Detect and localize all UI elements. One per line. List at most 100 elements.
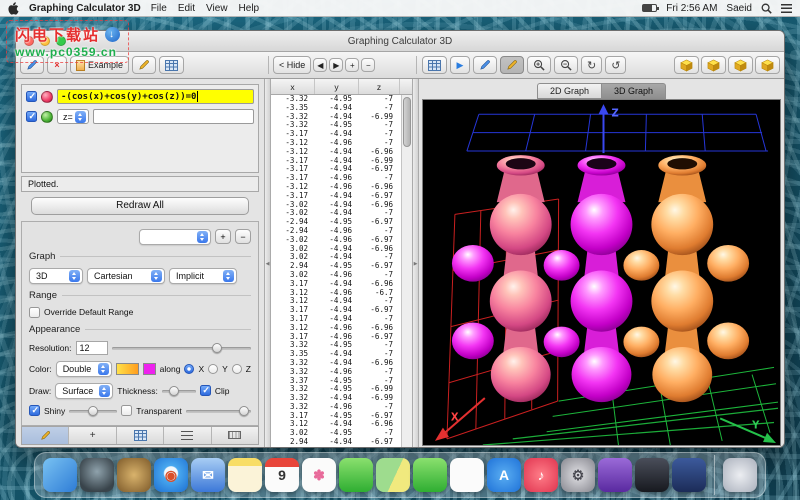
dock-icon[interactable] xyxy=(43,458,77,492)
battery-icon[interactable] xyxy=(642,4,660,12)
slider-thumb[interactable] xyxy=(169,385,180,396)
tab-add[interactable]: + xyxy=(69,426,117,445)
column-left-button[interactable]: ◀ xyxy=(313,58,328,72)
equation2-visible-checkbox[interactable] xyxy=(26,111,37,122)
draw-tool-button[interactable] xyxy=(473,56,497,74)
remove-preset-button[interactable]: − xyxy=(235,229,251,245)
equation-color-swatch[interactable] xyxy=(41,90,53,103)
dock-icon[interactable]: A xyxy=(487,458,521,492)
dock-icon[interactable] xyxy=(80,458,114,492)
equation2-type-select[interactable]: z= xyxy=(57,109,89,124)
dock-icon[interactable] xyxy=(635,458,669,492)
gradient-swatch[interactable] xyxy=(115,362,140,375)
equation2-color-swatch[interactable] xyxy=(41,110,53,123)
grid-view-button[interactable] xyxy=(422,56,447,74)
zoom-in-button[interactable] xyxy=(527,56,551,74)
preset-select[interactable] xyxy=(139,228,211,245)
tab-draw[interactable] xyxy=(22,426,70,445)
tab-sliders[interactable] xyxy=(164,426,212,445)
animate-play-button[interactable]: ▶ xyxy=(450,56,470,74)
coordinates-select[interactable]: Cartesian xyxy=(87,267,165,284)
panel-splitter-left[interactable]: ◀ xyxy=(264,79,271,447)
dock-icon[interactable]: ⚙ xyxy=(561,458,595,492)
override-range-checkbox[interactable] xyxy=(29,306,40,318)
panel-splitter-right[interactable]: ▶ xyxy=(412,79,419,447)
dock-icon[interactable] xyxy=(672,458,706,492)
spotlight-search-icon[interactable] xyxy=(761,3,772,14)
menubar-user[interactable]: Saeid xyxy=(726,3,752,14)
equation-visible-checkbox[interactable] xyxy=(26,91,37,102)
menu-item[interactable]: Help xyxy=(239,3,260,14)
graph-section-header: Graph xyxy=(29,251,251,262)
view-cube-button[interactable] xyxy=(728,56,753,74)
clip-checkbox[interactable] xyxy=(199,385,211,397)
color-mode-select[interactable]: Double xyxy=(55,360,112,377)
add-column-button[interactable]: + xyxy=(345,58,360,72)
menu-item[interactable]: View xyxy=(206,3,228,14)
resolution-slider[interactable] xyxy=(111,342,252,354)
slider-thumb[interactable] xyxy=(211,342,222,353)
plot-canvas[interactable]: X Y Z xyxy=(422,99,781,446)
add-preset-button[interactable]: + xyxy=(215,229,231,245)
column-right-button[interactable]: ▶ xyxy=(329,58,344,72)
tab-2d-graph[interactable]: 2D Graph xyxy=(536,83,601,99)
table-scrollbar[interactable] xyxy=(401,95,412,447)
dock-icon[interactable] xyxy=(117,458,151,492)
dock-icon[interactable] xyxy=(376,458,410,492)
axis-x-radio[interactable] xyxy=(184,363,195,374)
dock-icon[interactable]: ✽ xyxy=(302,458,336,492)
table-row[interactable]: 3.02-4.96-6.96 xyxy=(271,446,401,447)
dock-icon[interactable] xyxy=(228,458,262,492)
equation-input[interactable]: -(cos(x)+cos(y)+cos(z))=0 xyxy=(57,89,254,104)
slider-thumb[interactable] xyxy=(239,405,250,416)
menubar-clock[interactable]: Fri 2:56 AM xyxy=(666,3,717,14)
thickness-slider[interactable] xyxy=(161,385,196,397)
dock-icon[interactable]: ✉ xyxy=(191,458,225,492)
draw-tool-active-button[interactable] xyxy=(500,56,524,74)
remove-column-button[interactable]: − xyxy=(361,58,376,72)
menu-item[interactable]: File xyxy=(151,3,167,14)
axis-y-radio[interactable] xyxy=(208,363,219,374)
dock-icon[interactable] xyxy=(339,458,373,492)
draw-mode-select[interactable]: Surface xyxy=(55,382,114,399)
notification-center-icon[interactable] xyxy=(781,3,792,13)
title-bar[interactable]: Graphing Calculator 3D xyxy=(16,31,784,52)
dock-icon[interactable] xyxy=(413,458,447,492)
axis-z-radio[interactable] xyxy=(231,363,242,374)
equation-panel: -(cos(x)+cos(y)+cos(z))=0 z= Plotted. Re… xyxy=(16,79,264,447)
rotate-ccw-button[interactable]: ↺ xyxy=(605,56,627,74)
magenta-swatch[interactable] xyxy=(143,362,156,375)
zoom-out-button[interactable] xyxy=(554,56,578,74)
equation2-input[interactable] xyxy=(92,109,254,124)
menubar-app-name[interactable]: Graphing Calculator 3D xyxy=(29,3,141,14)
shiny-slider[interactable] xyxy=(69,405,118,417)
redraw-all-button[interactable]: Redraw All xyxy=(31,196,249,215)
shiny-checkbox[interactable] xyxy=(29,405,40,417)
rotate-cw-button[interactable]: ↻ xyxy=(581,56,603,74)
transparent-slider[interactable] xyxy=(185,405,252,417)
tab-keyboard[interactable] xyxy=(212,427,258,444)
tab-3d-graph[interactable]: 3D Graph xyxy=(601,83,667,99)
hide-table-button[interactable]: < Hide xyxy=(273,56,312,74)
dimension-select[interactable]: 3D xyxy=(29,267,83,284)
dock-icon[interactable] xyxy=(450,458,484,492)
transparent-checkbox[interactable] xyxy=(121,405,133,417)
view-cube-button[interactable] xyxy=(755,56,780,74)
resolution-field[interactable]: 12 xyxy=(75,340,108,355)
edit-equation-button[interactable] xyxy=(132,56,157,74)
view-cube-button[interactable] xyxy=(701,56,726,74)
data-table-button[interactable] xyxy=(159,56,185,74)
dock-icon[interactable] xyxy=(714,455,757,495)
mode-select[interactable]: Implicit xyxy=(169,267,237,284)
dock-icon[interactable]: ♪ xyxy=(524,458,558,492)
menu-item[interactable]: Edit xyxy=(178,3,195,14)
scrollbar-thumb[interactable] xyxy=(403,97,411,147)
dock-icon[interactable]: ◉ xyxy=(154,458,188,492)
dock-icon[interactable] xyxy=(598,458,632,492)
cube-icon xyxy=(734,59,747,72)
view-cube-button[interactable] xyxy=(674,56,699,74)
tab-table[interactable] xyxy=(117,426,165,445)
apple-menu-icon[interactable] xyxy=(8,1,19,15)
dock-icon[interactable]: 9 xyxy=(265,458,299,492)
slider-thumb[interactable] xyxy=(88,405,99,416)
